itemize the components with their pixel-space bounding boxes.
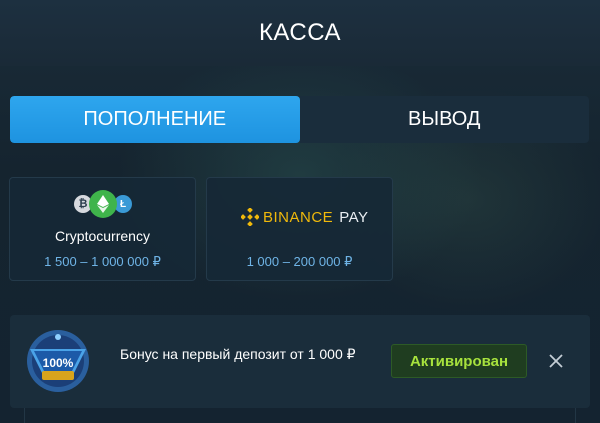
bottom-list-edge [24, 408, 576, 423]
bonus-description: Бонус на первый депозит от 1 000 ₽ [120, 346, 356, 362]
close-icon[interactable] [544, 349, 568, 373]
binance-logo-text: BINANCE [263, 208, 334, 226]
tab-deposit[interactable]: ПОПОЛНЕНИЕ [10, 96, 300, 143]
first-deposit-bonus-banner: 100% Бонус на первый депозит от 1 000 ₽ … [10, 315, 590, 408]
tab-withdraw[interactable]: ВЫВОД [299, 96, 589, 143]
binance-diamond-icon [241, 208, 259, 226]
ethereum-icon [89, 190, 117, 218]
cashier-header: КАССА [0, 0, 600, 66]
tabs: ПОПОЛНЕНИЕ ВЫВОД [10, 96, 589, 143]
binance-pay-text: PAY [339, 208, 369, 226]
payment-method-range: 1 000 – 200 000 ₽ [246, 254, 353, 269]
binance-logo-icon: BINANCE PAY [241, 208, 368, 226]
payment-method-binance-pay[interactable]: BINANCE PAY 1 000 – 200 000 ₽ [206, 177, 393, 281]
payment-method-name: Cryptocurrency [55, 228, 150, 244]
payment-method-crypto[interactable]: ₿ Ł Cryptocurrency 1 500 – 1 000 000 ₽ [9, 177, 196, 281]
crypto-coins-icon: ₿ Ł [74, 190, 136, 218]
bonus-badge-text: 100% [43, 356, 74, 370]
page-title: КАССА [258, 19, 342, 46]
bonus-activated-button[interactable]: Активирован [391, 344, 527, 378]
bonus-badge-icon: 100% [24, 327, 92, 395]
payment-method-range: 1 500 – 1 000 000 ₽ [44, 254, 161, 269]
